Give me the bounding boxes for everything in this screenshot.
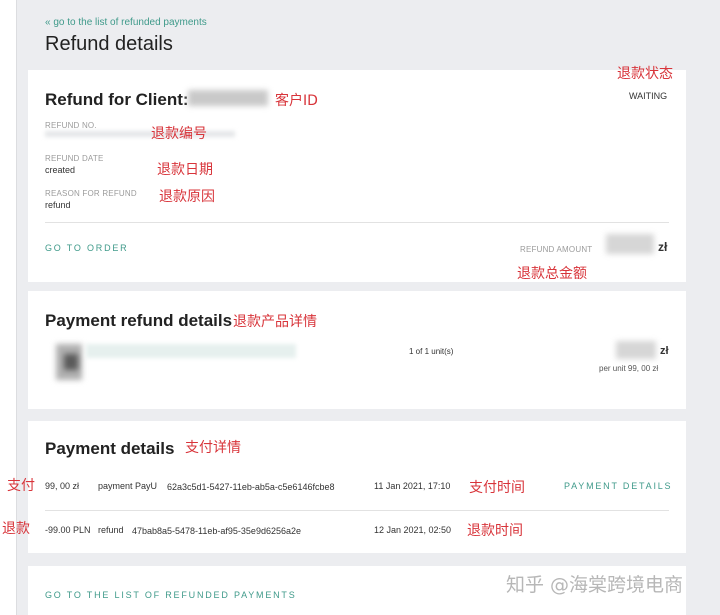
divider [45, 222, 669, 223]
refund-amount-redacted [606, 234, 654, 254]
per-unit-price: per unit 99, 00 zł [599, 364, 659, 373]
payment-amount: 99, 00 zł [45, 481, 80, 491]
annotation-status: 退款状态 [617, 66, 673, 82]
product-price-currency: zł [660, 345, 669, 357]
payments-heading: Payment details [45, 439, 175, 458]
divider [45, 510, 669, 511]
refund-amount-currency: zł [658, 240, 668, 254]
refund-row-date: 12 Jan 2021, 02:50 [374, 525, 452, 535]
annotation-refund-date: 退款日期 [157, 162, 213, 178]
units-count: 1 of 1 unit(s) [409, 347, 454, 356]
refund-row-amount: -99.00 PLN [45, 525, 91, 535]
annotation-refund-side: 退款 [2, 521, 30, 537]
annotation-refund-no: 退款编号 [151, 126, 207, 142]
refund-date-label: REFUND DATE [45, 154, 104, 163]
payment-id: 62a3c5d1-5427-11eb-ab5a-c5e6146fcbe8 [167, 482, 335, 492]
payment-date: 11 Jan 2021, 17:10 [374, 481, 451, 491]
annotation-total: 退款总金额 [517, 266, 587, 282]
annotation-pay-time: 支付时间 [469, 480, 525, 496]
back-to-list-link[interactable]: « go to the list of refunded payments [45, 17, 207, 28]
refund-date-value: created [45, 165, 76, 175]
refund-no-label: REFUND NO. [45, 121, 97, 130]
annotation-pay-side: 支付 [7, 478, 35, 494]
refund-summary-card: Refund for Client: WAITING REFUND NO. RE… [28, 70, 686, 282]
annotation-reason: 退款原因 [159, 189, 215, 205]
annotation-payment: 支付详情 [185, 440, 241, 456]
watermark: 知乎 @海棠跨境电商 [506, 574, 684, 596]
client-id-redacted [188, 90, 268, 106]
annotation-client-id: 客户ID [275, 93, 318, 109]
refund-heading: Refund for Client: [45, 90, 189, 109]
refund-product-card: Payment refund details 1 of 1 unit(s) zł… [28, 291, 686, 409]
annotation-product: 退款产品详情 [233, 314, 317, 330]
reason-label: REASON FOR REFUND [45, 189, 137, 198]
product-image-dark [64, 354, 78, 370]
refund-amount-label: REFUND AMOUNT [520, 245, 593, 254]
go-to-order-link[interactable]: GO TO ORDER [45, 243, 128, 253]
list-refunded-payments-link[interactable]: GO TO THE LIST OF REFUNDED PAYMENTS [45, 590, 297, 600]
payment-type-link[interactable]: payment PayU [98, 481, 157, 491]
refund-id: 47bab8a5-5478-11eb-af95-35e9d6256a2e [132, 526, 301, 536]
annotation-refund-time: 退款时间 [467, 523, 523, 539]
product-name-redacted [86, 344, 296, 358]
payment-details-card: Payment details 99, 00 zł payment PayU 6… [28, 421, 686, 553]
reason-value: refund [45, 200, 71, 210]
page-title: Refund details [45, 33, 173, 55]
refund-type-link[interactable]: refund [98, 525, 124, 535]
product-price-redacted [616, 341, 656, 359]
payment-details-link[interactable]: PAYMENT DETAILS [564, 481, 672, 491]
refund-status: WAITING [629, 91, 668, 101]
product-heading: Payment refund details [45, 311, 233, 330]
